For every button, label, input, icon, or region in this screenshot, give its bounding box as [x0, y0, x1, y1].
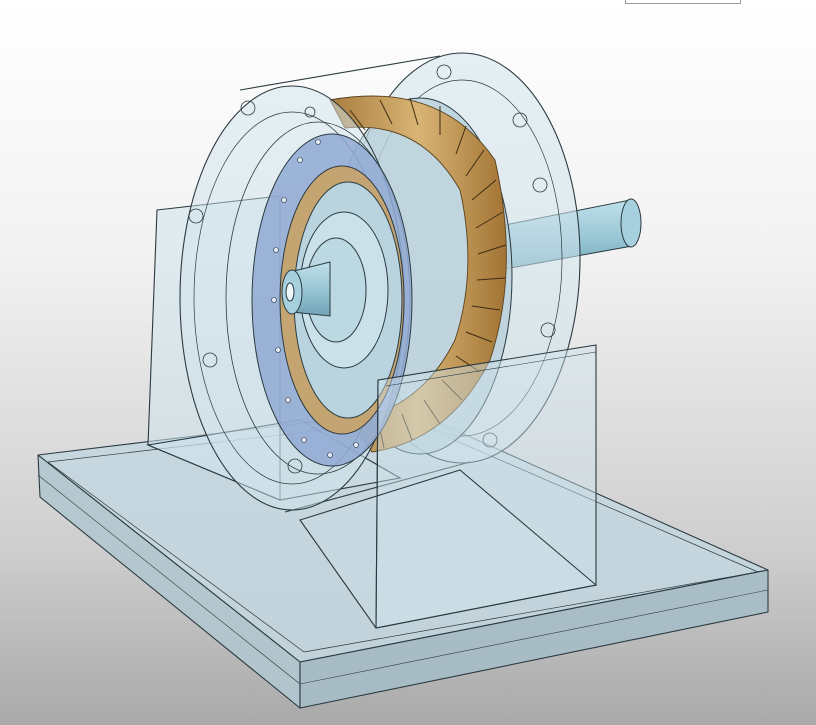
- motor-assembly-drawing: [37, 52, 769, 709]
- cad-viewport[interactable]: [0, 0, 816, 725]
